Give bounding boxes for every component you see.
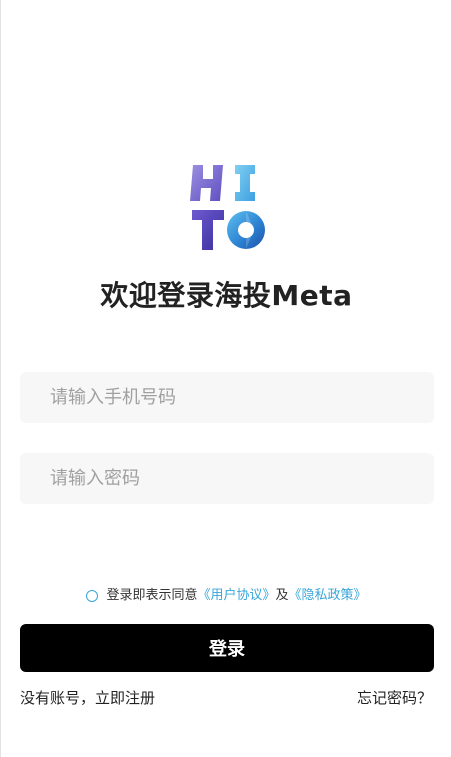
phone-input[interactable] bbox=[20, 372, 434, 423]
password-input[interactable] bbox=[20, 453, 434, 504]
agree-radio[interactable] bbox=[86, 590, 99, 602]
agreement-row: 登录即表示同意《用户协议》及《隐私政策》 bbox=[1, 584, 451, 603]
forgot-password-link[interactable]: 忘记密码？ bbox=[357, 687, 432, 708]
hito-logo bbox=[189, 162, 265, 252]
privacy-policy-link[interactable]: 《隐私政策》 bbox=[289, 588, 367, 603]
hito-logo-icon bbox=[190, 165, 265, 250]
agreement-prefix: 登录即表示同意 bbox=[106, 588, 198, 603]
phone-field[interactable] bbox=[20, 372, 434, 423]
agreement-conjunction: 及 bbox=[275, 588, 289, 603]
login-screen: 欢迎登录海投Meta 登录即表示同意《用户协议》及《隐私政策》 登录 没有账号，… bbox=[0, 0, 451, 757]
login-button[interactable]: 登录 bbox=[20, 624, 434, 672]
welcome-title: 欢迎登录海投Meta bbox=[100, 279, 353, 312]
register-link[interactable]: 没有账号，立即注册 bbox=[20, 687, 155, 708]
user-agreement-link[interactable]: 《用户协议》 bbox=[197, 588, 275, 603]
password-field[interactable] bbox=[20, 453, 434, 504]
